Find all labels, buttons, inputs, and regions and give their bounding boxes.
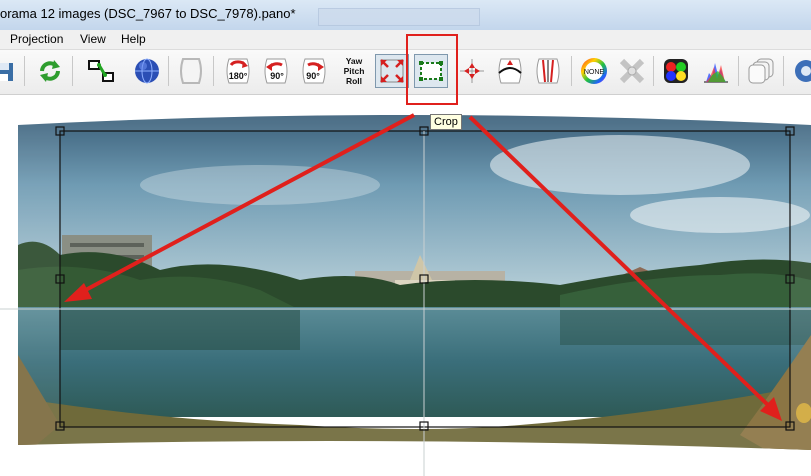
rotate-180-icon: 180°: [226, 58, 250, 84]
save-icon: [0, 63, 13, 81]
histogram-icon: [704, 63, 728, 83]
preview-sphere-button[interactable]: [130, 54, 164, 88]
yaw-label: Yaw: [346, 56, 363, 66]
title-bar: orama 12 images (DSC_7967 to DSC_7978).p…: [0, 0, 811, 31]
yaw-pitch-roll-button[interactable]: Yaw Pitch Roll: [337, 54, 371, 88]
rotate-180-label: 180°: [229, 71, 248, 81]
rotate-ccw-90-label: 90°: [270, 71, 284, 81]
layers-button[interactable]: [744, 54, 778, 88]
title-bar-ghost-box: [318, 8, 480, 26]
settings-button[interactable]: [789, 54, 811, 88]
center-button[interactable]: [455, 54, 489, 88]
center-icon: [460, 59, 484, 83]
control-points-button[interactable]: [84, 54, 118, 88]
no-blend-icon: NONE: [581, 58, 607, 84]
none-label: NONE: [584, 69, 605, 76]
fit-button[interactable]: [375, 54, 409, 88]
menu-projection[interactable]: Projection: [10, 32, 63, 46]
layers-icon: [748, 58, 774, 84]
refresh-icon: [40, 60, 60, 82]
panorama-image: [0, 113, 811, 476]
crop-tooltip: Crop: [430, 114, 462, 130]
menu-help[interactable]: Help: [121, 32, 146, 46]
control-points-icon: [88, 60, 114, 82]
refresh-button[interactable]: [33, 54, 67, 88]
tools-icon: [619, 58, 645, 84]
straighten-icon: [498, 58, 522, 84]
rotate-180-button[interactable]: 180°: [221, 54, 255, 88]
rotate-ccw-90-icon: 90°: [264, 58, 288, 84]
menu-view[interactable]: View: [80, 32, 106, 46]
color-icon: [664, 59, 688, 83]
sphere-icon: [135, 58, 159, 84]
blank-frame-button[interactable]: [174, 54, 208, 88]
yaw-pitch-roll-icon: Yaw Pitch Roll: [344, 56, 365, 86]
tools-button[interactable]: [615, 54, 649, 88]
rotate-ccw-90-button[interactable]: 90°: [259, 54, 293, 88]
fit-icon: [380, 59, 404, 83]
stretch-icon: [536, 58, 560, 84]
rotate-cw-90-icon: 90°: [302, 58, 326, 84]
panorama-preview-canvas[interactable]: [0, 95, 811, 476]
blend-mode-button[interactable]: NONE: [577, 54, 611, 88]
pitch-label: Pitch: [344, 66, 365, 76]
settings-icon: [795, 60, 811, 82]
blank-frame-icon: [180, 58, 202, 84]
roll-label: Roll: [346, 76, 362, 86]
rotate-cw-90-label: 90°: [306, 71, 320, 81]
stretch-button[interactable]: [531, 54, 565, 88]
save-button[interactable]: [0, 54, 20, 88]
histogram-button[interactable]: [699, 54, 733, 88]
rotate-cw-90-button[interactable]: 90°: [297, 54, 331, 88]
color-button[interactable]: [659, 54, 693, 88]
straighten-button[interactable]: [493, 54, 527, 88]
window-title: orama 12 images (DSC_7967 to DSC_7978).p…: [0, 6, 296, 21]
crop-button-highlight-box: [406, 34, 458, 105]
